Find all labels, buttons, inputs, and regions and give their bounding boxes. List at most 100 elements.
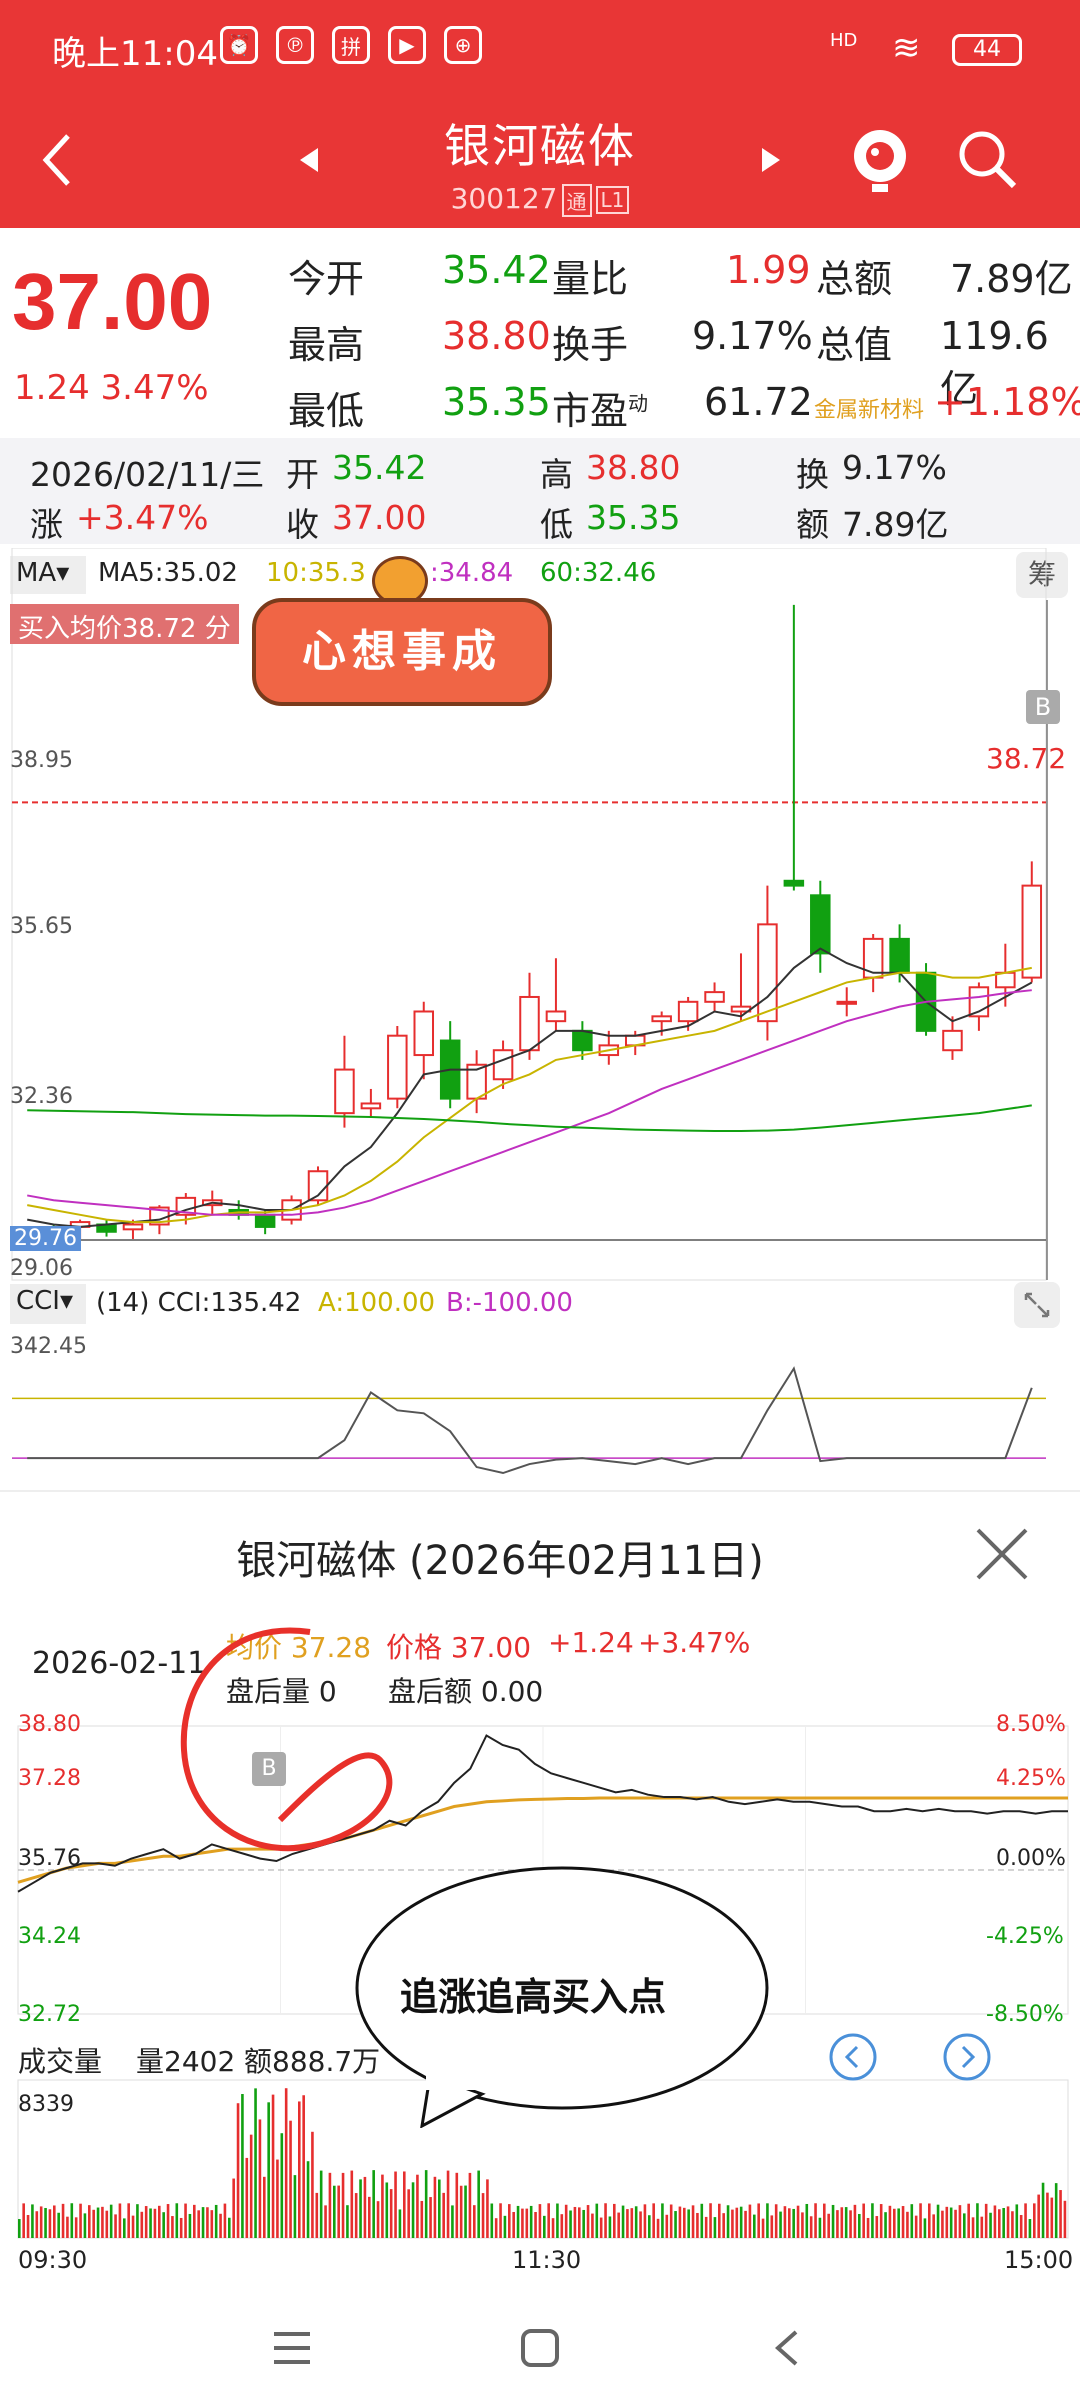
volume-bar (967, 2203, 970, 2238)
amount-value-popup: 额888.7万 (244, 2045, 381, 2078)
volume-bar (127, 2203, 130, 2238)
volume-bar (569, 2210, 572, 2238)
volume-bar (661, 2203, 664, 2238)
next-stock-icon[interactable] (758, 146, 782, 174)
open-value: 35.42 (442, 248, 551, 292)
volume-bar (678, 2206, 682, 2238)
volume-bar (779, 2211, 782, 2238)
intraday-axis-right-0: 8.50% (996, 1712, 1066, 1737)
volume-bar (486, 2179, 489, 2238)
candle-body (387, 1034, 408, 1100)
next-day-icon[interactable] (942, 2032, 992, 2082)
bank-icon: ⊕ (444, 26, 482, 64)
volume-bar (932, 2214, 935, 2238)
candle-body (519, 995, 540, 1052)
volume-bar (70, 2203, 74, 2238)
prev-day-icon[interactable] (828, 2032, 878, 2082)
time-label-close: 15:00 (1004, 2246, 1074, 2274)
intraday-axis-left-2: 35.76 (18, 1846, 81, 1871)
home-icon[interactable] (520, 2328, 560, 2368)
search-icon[interactable] (956, 128, 1020, 192)
volume-bar (1028, 2219, 1032, 2238)
volume-bar (298, 2101, 301, 2238)
volume-bar (455, 2172, 459, 2238)
volume-bar (429, 2197, 432, 2238)
volume-bar (381, 2174, 384, 2238)
close-icon[interactable] (972, 1524, 1032, 1584)
volume-bar (608, 2216, 612, 2238)
volume-bar (586, 2205, 590, 2238)
volume-bar (687, 2209, 690, 2238)
volume-bar (442, 2192, 445, 2238)
volume-bar (774, 2204, 778, 2238)
volume-bar (306, 2161, 310, 2238)
volume-bar (718, 2203, 721, 2238)
volume-bar (735, 2207, 739, 2238)
shop-icon: 拼 (332, 26, 370, 64)
tong-tag: 通 (561, 183, 592, 217)
candle-body (545, 1010, 567, 1023)
expand-icon[interactable] (1014, 1282, 1060, 1328)
low-value: 35.35 (442, 380, 551, 424)
day-open: 35.42 (332, 448, 427, 487)
volume-bar (481, 2193, 485, 2238)
volume-bar (53, 2205, 56, 2238)
volume-bar (783, 2206, 787, 2238)
volume-bar (394, 2171, 397, 2238)
volume-bar (48, 2209, 52, 2238)
volume-bar (101, 2206, 104, 2238)
menu-icon[interactable] (272, 2330, 312, 2366)
candle-body (492, 1049, 514, 1081)
y-label-mid1: 35.65 (10, 914, 73, 939)
volume-bar (175, 2203, 179, 2238)
indicator-selector[interactable]: CCI▾ (10, 1284, 86, 1324)
volume-bar (674, 2211, 677, 2238)
amount-label: 总额 (816, 257, 893, 301)
price-line-tag: 38.72 (986, 742, 1067, 775)
volume-bar (993, 2205, 997, 2238)
volume-bar (617, 2212, 620, 2238)
volume-bar (18, 2219, 21, 2238)
assistant-icon[interactable] (848, 120, 912, 196)
volume-bar (639, 2211, 642, 2238)
buy-marker[interactable]: B (1026, 690, 1060, 724)
volume-bar (193, 2204, 196, 2238)
volume-bar (512, 2211, 515, 2238)
volume-bar (184, 2203, 187, 2238)
volume-bar (376, 2201, 380, 2238)
volume-bar (451, 2205, 454, 2238)
volratio-value: 1.99 (726, 248, 811, 292)
volume-bar (709, 2203, 712, 2238)
day-open-label: 开 (286, 455, 319, 494)
volume-bar (61, 2203, 65, 2238)
volume-bar (324, 2205, 327, 2238)
intraday-axis-right-4: -8.50% (986, 2002, 1064, 2027)
back-nav-icon[interactable] (772, 2328, 802, 2368)
volume-bar (346, 2205, 349, 2238)
volume-bar (35, 2211, 39, 2238)
volume-bar (879, 2204, 883, 2238)
volume-bar (214, 2204, 218, 2238)
volume-bar (490, 2203, 494, 2238)
volume-bar (1037, 2194, 1040, 2238)
candle-body (783, 879, 805, 887)
volume-bar (525, 2208, 529, 2238)
volume-bar (582, 2209, 585, 2238)
volume-bar (748, 2204, 752, 2238)
candle-body (254, 1213, 276, 1228)
candle-body (122, 1223, 144, 1231)
sector-name[interactable]: 金属新材料 (814, 392, 924, 424)
volume-bar (1002, 2207, 1005, 2238)
volume-bar (232, 2178, 235, 2238)
volume-bar (626, 2209, 629, 2238)
y-label-mid2: 32.36 (10, 1084, 73, 1109)
volume-bar (801, 2212, 804, 2238)
volume-bar (516, 2205, 520, 2238)
volume-bar (613, 2203, 616, 2238)
volume-bar (836, 2210, 839, 2238)
volume-bar (350, 2170, 354, 2238)
volume-bar (83, 2213, 87, 2238)
candle-body (889, 937, 910, 974)
volume-bar (407, 2189, 410, 2238)
app-notify-icon: ℗ (276, 26, 314, 64)
